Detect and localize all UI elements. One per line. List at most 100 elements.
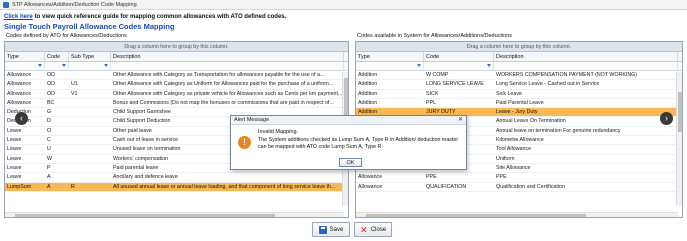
table-cell: Allowance xyxy=(358,183,383,190)
table-row[interactable]: Addition W COMP WORKERS COMPENSATION PAYME… xyxy=(356,71,682,81)
group-by-area[interactable]: Drag a column here to group by this colu… xyxy=(5,42,348,52)
table-cell: W xyxy=(47,155,52,162)
column-header-description[interactable]: Description xyxy=(111,52,344,61)
table-row[interactable]: Allowance OD Other Allowance with Category… xyxy=(5,71,348,81)
filter-cell-code[interactable] xyxy=(45,62,69,70)
table-cell: All unused annual leave or annual leave … xyxy=(113,183,336,190)
table-row[interactable]: LumpSum A R All unused annual leave or annu… xyxy=(5,182,348,192)
table-cell xyxy=(69,173,111,181)
table-cell: A xyxy=(47,174,51,181)
filter-icon[interactable] xyxy=(62,64,66,67)
filter-cell-code[interactable] xyxy=(424,62,494,70)
horizontal-scrollbar[interactable] xyxy=(5,212,344,217)
filter-cell-type[interactable] xyxy=(356,62,424,70)
table-cell: Leave xyxy=(7,155,22,162)
group-by-area[interactable]: Drag a column here to group by this colu… xyxy=(356,42,682,52)
table-cell xyxy=(69,127,111,135)
table-cell: Ancillary and defence leave xyxy=(113,174,178,181)
table-cell: SICK xyxy=(426,90,439,97)
table-cell: D xyxy=(47,118,51,125)
page-title: Single Touch Payroll Allowance Codes Map… xyxy=(4,22,175,31)
right-panel-label: Codes available in System for Allowances… xyxy=(357,33,512,39)
column-header-type[interactable]: Type xyxy=(356,52,424,61)
table-cell: Qualification and Certification xyxy=(496,183,565,190)
filter-icon[interactable] xyxy=(487,64,491,67)
left-panel-label: Codes defined by ATO for Allowances/Dedu… xyxy=(6,33,127,39)
table-cell: PPE xyxy=(496,174,507,181)
table-row[interactable]: Allowance BC Bonus and Commisions (Do not … xyxy=(5,99,348,109)
column-header-row: Type Code Sub Type Description xyxy=(5,52,348,62)
table-cell: PPE xyxy=(426,174,437,181)
table-row[interactable]: Addition LONG SERVICE LEAVE Long Service L… xyxy=(356,80,682,90)
scroll-thumb[interactable] xyxy=(366,214,586,217)
table-cell: G xyxy=(47,109,52,116)
filter-cell-type[interactable] xyxy=(5,62,45,70)
table-cell: Annual leave on termination For genuine … xyxy=(496,127,621,134)
warning-icon: ! xyxy=(238,136,251,149)
vertical-scrollbar[interactable] xyxy=(676,72,682,206)
table-cell: Allowance xyxy=(358,174,383,181)
table-cell: Other Allowance with Category as private… xyxy=(113,90,343,97)
column-header-description[interactable]: Description xyxy=(494,52,678,61)
next-arrow-icon[interactable]: › xyxy=(660,112,673,125)
horizontal-scrollbar[interactable] xyxy=(356,212,678,217)
table-cell: C xyxy=(47,137,51,144)
table-cell xyxy=(69,136,111,144)
filter-row xyxy=(5,62,348,71)
table-cell xyxy=(69,164,111,172)
alert-title-bar: Alert Message ✕ xyxy=(231,116,466,125)
table-cell: W COMP xyxy=(426,72,449,78)
filter-cell-description[interactable] xyxy=(111,62,344,70)
table-cell: Addition xyxy=(358,81,378,88)
filter-cell-description[interactable] xyxy=(494,62,678,70)
close-icon: ✕ xyxy=(360,224,368,235)
table-cell: V1 xyxy=(71,90,78,97)
title-bar: STP Allowances/Addition/Deduction Code M… xyxy=(0,0,687,10)
scroll-thumb[interactable] xyxy=(15,214,275,217)
table-cell: Leave xyxy=(7,146,22,153)
table-cell: Site Allowance xyxy=(496,164,531,171)
table-cell: Long Service Leave - Cashed out in Servi… xyxy=(496,81,600,88)
table-cell: Bonus and Commisions (Do not map the bon… xyxy=(113,99,334,106)
table-row[interactable]: Allowance PPE PPE xyxy=(356,173,682,183)
table-cell: OD xyxy=(47,72,55,78)
table-row[interactable]: Leave A Ancillary and defence leave xyxy=(5,173,348,183)
table-row[interactable]: Allowance OD V1 Other Allowance with Catego… xyxy=(5,90,348,99)
table-cell: Paid Parental Leave xyxy=(496,99,544,106)
column-header-type[interactable]: Type xyxy=(5,52,45,61)
table-cell: Other Allowance with Category as Uniform… xyxy=(113,81,334,88)
table-cell xyxy=(69,108,111,116)
save-button[interactable]: Save xyxy=(312,222,350,237)
table-row[interactable]: Allowance OD U1 Other Allowance with Catego… xyxy=(5,80,348,90)
previous-arrow-icon[interactable]: ‹ xyxy=(15,112,28,125)
column-header-subtype[interactable]: Sub Type xyxy=(69,52,111,61)
column-header-code[interactable]: Code xyxy=(424,52,494,61)
alert-message: The System additions checked as Lump Sum… xyxy=(258,137,459,150)
table-cell: PPL xyxy=(426,99,437,106)
app-icon xyxy=(3,1,9,8)
dialog-close-icon[interactable]: ✕ xyxy=(458,116,463,125)
table-row[interactable]: Addition SICK Sick Leave xyxy=(356,90,682,99)
table-cell: A xyxy=(47,183,51,190)
column-header-code[interactable]: Code xyxy=(45,52,69,61)
table-cell: QUALIFICATION xyxy=(426,183,467,190)
close-button-label: Close xyxy=(370,226,387,233)
alert-dialog: Alert Message ✕ ! Invalid Mapping. The S… xyxy=(230,115,467,170)
table-cell: Leave - Jury Duty xyxy=(496,109,538,116)
help-link[interactable]: Click here xyxy=(4,14,33,20)
table-cell: Tool Allowance xyxy=(496,146,532,153)
scroll-thumb[interactable] xyxy=(678,92,682,132)
ok-button[interactable]: OK xyxy=(339,158,362,167)
table-cell xyxy=(69,117,111,125)
table-row[interactable]: Allowance QUALIFICATION Qualification and … xyxy=(356,183,682,192)
table-cell: Addition xyxy=(358,72,378,78)
filter-cell-subtype[interactable] xyxy=(69,62,111,70)
filter-icon[interactable] xyxy=(104,64,108,67)
filter-icon[interactable] xyxy=(417,64,421,67)
table-row[interactable]: Addition PPL Paid Parental Leave xyxy=(356,99,682,109)
help-row: Click here to view quick reference guide… xyxy=(4,12,286,21)
window-title: STP Allowances/Addition/Deduction Code M… xyxy=(12,1,137,8)
close-button[interactable]: ✕ Close xyxy=(354,222,392,237)
filter-icon[interactable] xyxy=(38,64,42,67)
table-cell: Leave xyxy=(7,174,22,181)
